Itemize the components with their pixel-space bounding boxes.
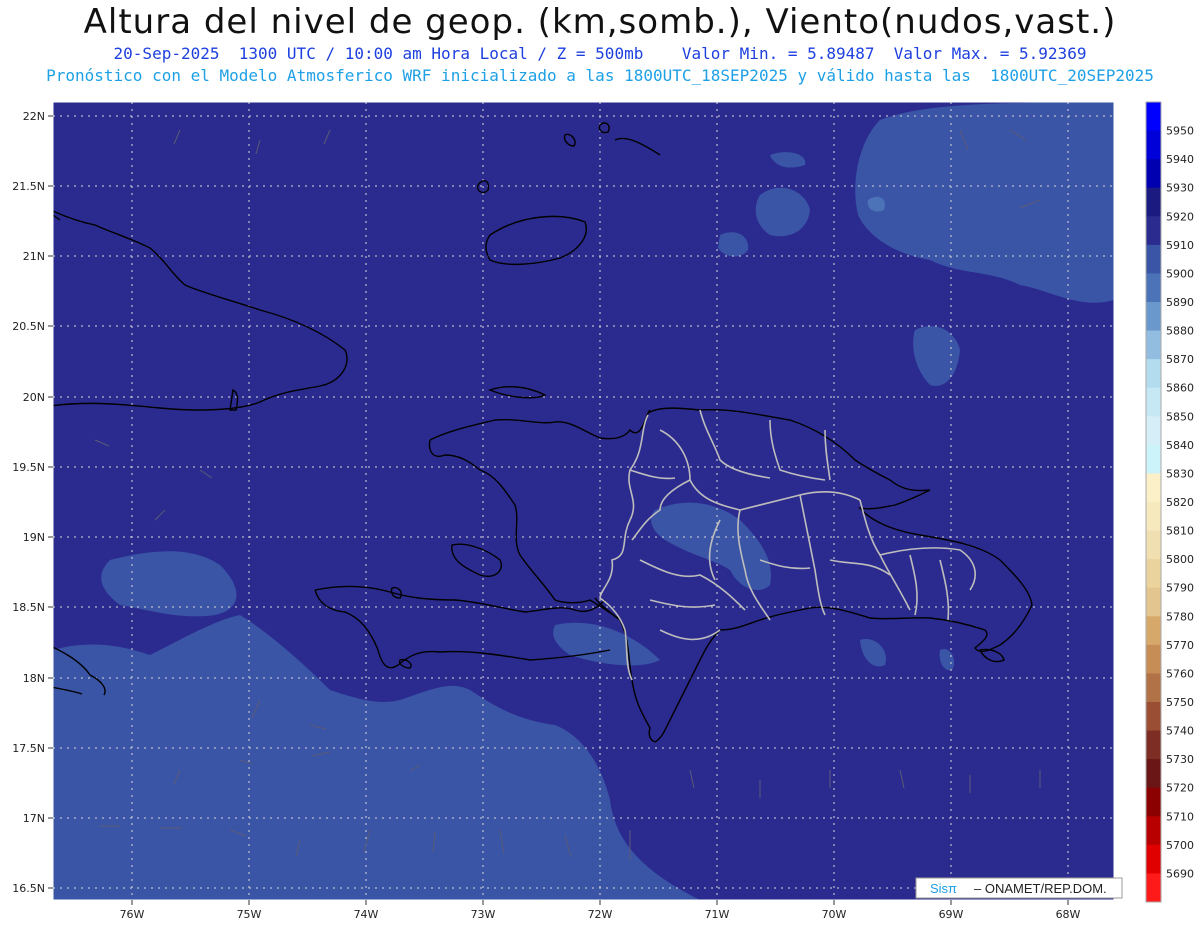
colorbar-swatch	[1146, 502, 1161, 532]
colorbar-label: 5880	[1166, 325, 1194, 338]
colorbar-swatch	[1146, 302, 1161, 332]
lon-label: 76W	[120, 908, 145, 921]
lon-label: 70W	[822, 908, 847, 921]
colorbar-swatch	[1146, 102, 1161, 132]
colorbar-label: 5780	[1166, 610, 1194, 623]
lat-label: 16.5N	[12, 882, 45, 895]
map-area	[53, 102, 1114, 900]
colorbar-swatch	[1146, 759, 1161, 789]
colorbar-swatch	[1146, 187, 1161, 217]
lat-label: 17.5N	[12, 742, 45, 755]
colorbar-label: 5750	[1166, 696, 1194, 709]
lat-label: 18N	[23, 672, 45, 685]
colorbar-label: 5860	[1166, 382, 1194, 395]
colorbar-swatch	[1146, 444, 1161, 474]
colorbar-label: 5870	[1166, 353, 1194, 366]
colorbar-swatch	[1146, 416, 1161, 446]
credit-box: Sisπ – ONAMET/REP.DOM.	[915, 877, 1123, 899]
colorbar-swatch	[1146, 873, 1161, 903]
colorbar-swatch	[1146, 387, 1161, 417]
colorbar-swatch	[1146, 473, 1161, 503]
lon-label: 74W	[354, 908, 379, 921]
credit-text: – ONAMET/REP.DOM.	[974, 881, 1107, 896]
sispi-logo: Sisπ	[930, 881, 957, 896]
colorbar-swatch	[1146, 559, 1161, 589]
lat-label: 19N	[23, 531, 45, 544]
colorbar-label: 5730	[1166, 753, 1194, 766]
colorbar-label: 5700	[1166, 839, 1194, 852]
lat-label: 22N	[23, 110, 45, 123]
colorbar-swatch	[1146, 644, 1161, 674]
colorbar-label: 5820	[1166, 496, 1194, 509]
colorbar-label: 5920	[1166, 210, 1194, 223]
colorbar-label: 5950	[1166, 125, 1194, 138]
colorbar-swatch	[1146, 273, 1161, 303]
colorbar-swatch	[1146, 330, 1161, 360]
colorbar-swatch	[1146, 816, 1161, 846]
colorbar-swatch	[1146, 587, 1161, 617]
colorbar-label: 5840	[1166, 439, 1194, 452]
colorbar-swatch	[1146, 159, 1161, 189]
colorbar-swatch	[1146, 616, 1161, 646]
colorbar-label: 5830	[1166, 467, 1194, 480]
colorbar-label: 5770	[1166, 639, 1194, 652]
lon-label: 71W	[705, 908, 730, 921]
colorbar-swatch	[1146, 730, 1161, 760]
lon-label: 73W	[471, 908, 496, 921]
colorbar-swatch	[1146, 787, 1161, 817]
lat-label: 17N	[23, 812, 45, 825]
colorbar-label: 5800	[1166, 553, 1194, 566]
colorbar-label: 5790	[1166, 582, 1194, 595]
colorbar-label: 5930	[1166, 182, 1194, 195]
lat-label: 21.5N	[12, 180, 45, 193]
colorbar-label: 5760	[1166, 667, 1194, 680]
colorbar-label: 5900	[1166, 267, 1194, 280]
lat-label: 20.5N	[12, 320, 45, 333]
lat-label: 21N	[23, 250, 45, 263]
colorbar-label: 5850	[1166, 410, 1194, 423]
lon-label: 69W	[939, 908, 964, 921]
colorbar-swatch	[1146, 673, 1161, 703]
map-figure: 22N 21.5N 21N 20.5N 20N 19.5N 19N 18.5N …	[12, 101, 1194, 921]
colorbar-label: 5910	[1166, 239, 1194, 252]
colorbar-swatch	[1146, 844, 1161, 874]
colorbar: 5950 5940 5930 5920 5910 5900 5890 5880 5870 5860…	[1145, 101, 1194, 903]
colorbar-swatch	[1146, 702, 1161, 732]
colorbar-label: 5690	[1166, 867, 1194, 880]
colorbar-label: 5890	[1166, 296, 1194, 309]
lon-label: 75W	[237, 908, 262, 921]
lat-label: 20N	[23, 391, 45, 404]
colorbar-label: 5720	[1166, 782, 1194, 795]
lat-label: 18.5N	[12, 601, 45, 614]
colorbar-swatch	[1146, 359, 1161, 389]
lat-label: 19.5N	[12, 461, 45, 474]
colorbar-label: 5810	[1166, 525, 1194, 538]
colorbar-swatch	[1146, 530, 1161, 560]
colorbar-label: 5740	[1166, 725, 1194, 738]
colorbar-label: 5710	[1166, 810, 1194, 823]
lat-axis: 22N 21.5N 21N 20.5N 20N 19.5N 19N 18.5N …	[12, 110, 53, 895]
lon-label: 72W	[588, 908, 613, 921]
colorbar-label: 5940	[1166, 153, 1194, 166]
colorbar-swatch	[1146, 130, 1161, 160]
lon-label: 68W	[1056, 908, 1081, 921]
colorbar-swatch	[1146, 216, 1161, 246]
colorbar-swatch	[1146, 244, 1161, 274]
lon-axis: 76W 75W 74W 73W 72W 71W 70W 69W 68W	[120, 900, 1081, 921]
